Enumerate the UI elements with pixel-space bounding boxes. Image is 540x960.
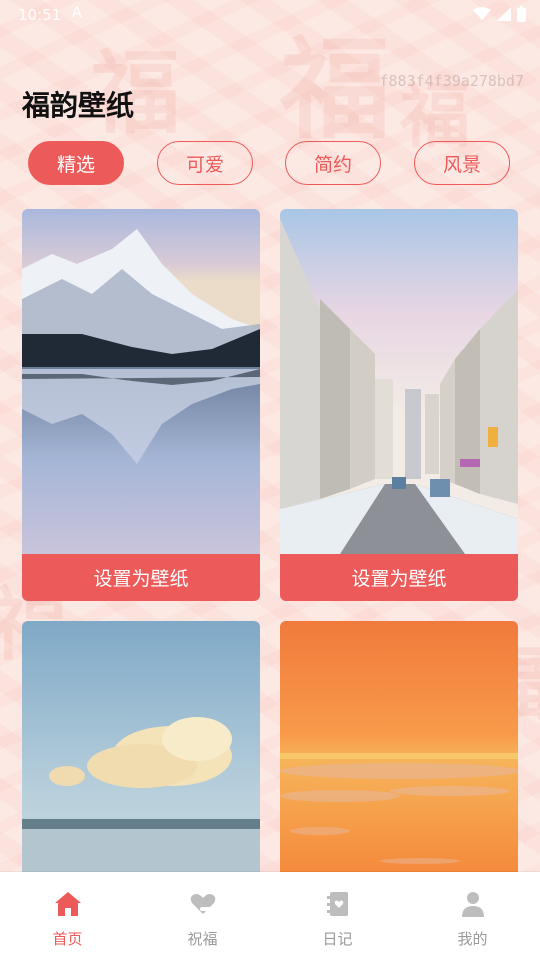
watermark-id: f883f4f39a278bd7 (379, 72, 525, 90)
nav-item-blessing[interactable]: 祝福 (135, 872, 270, 960)
set-wallpaper-button[interactable]: 设置为壁纸 (280, 554, 518, 601)
nav-label-profile: 我的 (457, 930, 488, 948)
tab-scenery[interactable]: 风景 (414, 141, 510, 185)
wallpaper-card[interactable]: 设置为壁纸 (22, 209, 260, 601)
nav-label-diary: 日记 (322, 930, 353, 948)
user-icon (461, 892, 484, 917)
tab-simple[interactable]: 简约 (285, 141, 381, 185)
status-indicator-icon: A (72, 5, 82, 21)
wallpaper-card[interactable]: 设置为壁纸 (280, 209, 518, 601)
nav-item-home[interactable]: 首页 (0, 872, 135, 960)
page-title: 福韵壁纸 (22, 89, 135, 122)
status-bar: 10:51 A (0, 0, 540, 32)
nav-label-home: 首页 (52, 930, 83, 948)
nav-label-blessing: 祝福 (187, 930, 218, 948)
signal-icon (497, 7, 511, 21)
wallpaper-card[interactable] (22, 621, 260, 872)
status-icons (473, 6, 526, 22)
wallpaper-image-mountain-lake[interactable] (22, 209, 260, 554)
nav-item-diary[interactable]: 日记 (270, 872, 405, 960)
wifi-icon (473, 7, 491, 20)
tab-cute[interactable]: 可爱 (157, 141, 253, 185)
bottom-nav: 首页 祝福 日记 我的 (0, 872, 540, 960)
diary-icon (326, 892, 348, 916)
category-tabs: 精选 可爱 简约 风景 (28, 141, 512, 187)
home-icon (54, 892, 81, 916)
nav-item-profile[interactable]: 我的 (405, 872, 540, 960)
status-time: 10:51 (18, 6, 62, 24)
wallpaper-image-cloud-sea[interactable] (22, 621, 260, 872)
wallpaper-image-sunset-sea[interactable] (280, 621, 518, 872)
tab-featured[interactable]: 精选 (28, 141, 124, 185)
wallpaper-image-city-street[interactable] (280, 209, 518, 554)
wallpaper-card[interactable] (280, 621, 518, 872)
battery-icon (517, 6, 526, 22)
set-wallpaper-button[interactable]: 设置为壁纸 (22, 554, 260, 601)
heart-hand-icon (190, 894, 215, 914)
